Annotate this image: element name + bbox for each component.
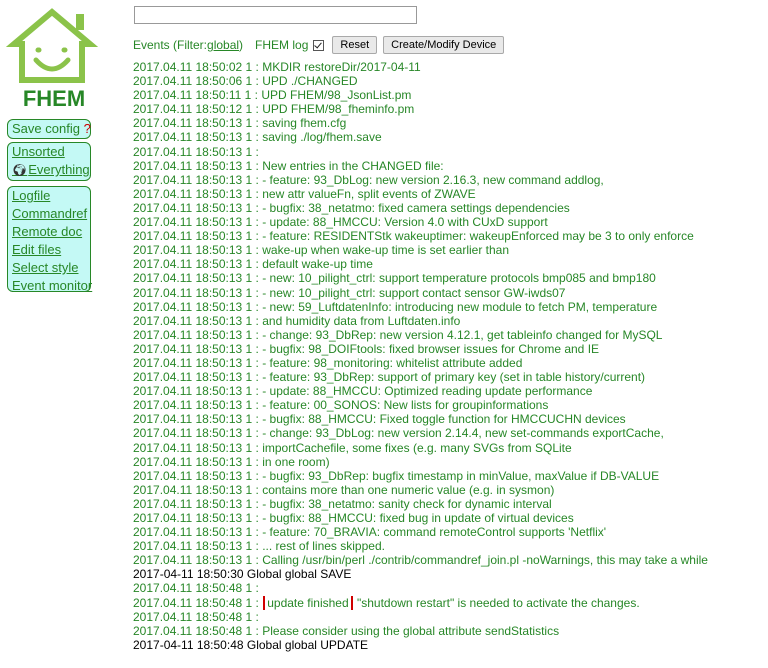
log-line: 2017.04.11 18:50:13 1 : saving ./log/fhe… [133, 130, 382, 145]
link-remote-doc[interactable]: Remote doc [8, 223, 90, 241]
log-line: 2017.04.11 18:50:12 1 : UPD FHEM/98_fhem… [133, 102, 415, 117]
log-line: 2017.04.11 18:50:13 1 : - feature: 00_SO… [133, 398, 549, 413]
link-logfile[interactable]: Logfile [8, 187, 90, 205]
save-config-flag: ? [83, 121, 91, 136]
save-config-box: Save config ? [7, 119, 91, 139]
log-line: 2017.04.11 18:50:02 1 : MKDIR restoreDir… [133, 60, 421, 74]
log-line: 2017.04.11 18:50:13 1 : - new: 10_piligh… [133, 271, 656, 286]
log-line: 2017.04.11 18:50:13 1 : - change: 93_DbR… [133, 327, 663, 342]
events-filter-link[interactable]: global [207, 38, 239, 52]
log-line: 2017.04.11 18:50:48 1 : [133, 609, 259, 624]
log-line: 2017.04.11 18:50:13 1 : importCachefile,… [133, 440, 572, 455]
links-menu: Logfile Commandref Remote doc Edit files… [7, 186, 92, 295]
room-everything[interactable]: 🌍︎Everything [8, 161, 90, 179]
house-smiley-icon [5, 8, 99, 83]
log-line: 2017.04.11 18:50:13 1 : - bugfix: 38_net… [133, 200, 570, 215]
log-line: 2017.04.11 18:50:13 1 : contains more th… [133, 482, 555, 497]
events-suffix: ) [239, 38, 244, 52]
log-line: 2017.04.11 18:50:13 1 : - feature: 93_Db… [133, 370, 646, 385]
room-unsorted[interactable]: Unsorted [8, 143, 90, 161]
log-line: 2017.04.11 18:50:13 1 : - update: 88_HMC… [133, 384, 593, 399]
log-line: 2017-04-11 18:50:30 Global global SAVE [133, 567, 352, 582]
globe-icon: 🌍︎ [12, 163, 28, 177]
log-line: 2017.04.11 18:50:13 1 : - update: 88_HMC… [133, 215, 548, 230]
log-line: 2017.04.11 18:50:48 1 : update finished … [133, 595, 765, 610]
log-line: 2017.04.11 18:50:13 1 : and humidity dat… [133, 313, 461, 328]
log-line: 2017.04.11 18:50:13 1 : wake-up when wak… [133, 243, 510, 258]
log-line: 2017.04.11 18:50:13 1 : saving fhem.cfg [133, 116, 347, 131]
event-log: 2017.04.11 18:50:02 1 : MKDIR restoreDir… [133, 60, 765, 652]
log-line: 2017.04.11 18:50:13 1 : - new: 10_piligh… [133, 285, 566, 300]
log-line: 2017.04.11 18:50:13 1 : - bugfix: 93_DbR… [133, 468, 660, 483]
save-config-button[interactable]: Save config ? [8, 120, 91, 138]
log-line: 2017.04.11 18:50:13 1 : new attr valueFn… [133, 186, 476, 201]
log-line: 2017.04.11 18:50:48 1 : [133, 581, 259, 596]
link-edit-files[interactable]: Edit files [8, 241, 90, 259]
log-line: 2017.04.11 18:50:13 1 : - new: 59_Luftda… [133, 299, 658, 314]
logo-text: FHEM [22, 86, 86, 111]
log-line: 2017.04.11 18:50:13 1 : - bugfix: 98_DOI… [133, 341, 600, 356]
fhem-log-label: FHEM log [255, 38, 309, 52]
reset-button[interactable]: Reset [332, 36, 378, 54]
log-line: 2017.04.11 18:50:13 1 : in one room) [133, 454, 330, 469]
log-line: 2017.04.11 18:50:13 1 : - bugfix: 88_HMC… [133, 412, 626, 427]
link-select-style[interactable]: Select style [8, 259, 90, 277]
log-line-suffix: "shutdown restart" is needed to activate… [353, 595, 640, 610]
link-event-monitor[interactable]: Event monitor [8, 277, 92, 295]
command-input[interactable] [134, 6, 417, 24]
log-line: 2017.04.11 18:50:11 1 : UPD FHEM/98_Json… [133, 88, 412, 103]
log-line: 2017.04.11 18:50:48 1 : Please consider … [133, 623, 560, 638]
room-everything-label: Everything [28, 162, 90, 177]
fhem-logo[interactable]: FHEM [5, 6, 99, 111]
log-line: 2017.04.11 18:50:06 1 : UPD ./CHANGED [133, 74, 358, 89]
events-prefix: Events (Filter: [133, 38, 208, 52]
log-line-prefix: 2017.04.11 18:50:48 1 : [133, 595, 263, 610]
log-line: 2017.04.11 18:50:13 1 : ... rest of line… [133, 539, 385, 554]
log-line: 2017.04.11 18:50:13 1 : - feature: 93_Db… [133, 172, 604, 187]
log-line: 2017-04-11 18:50:48 Global global UPDATE [133, 637, 369, 652]
log-line: 2017.04.11 18:50:13 1 : default wake-up … [133, 257, 373, 272]
fhem-log-checkbox[interactable] [313, 39, 325, 51]
link-commandref[interactable]: Commandref [8, 205, 90, 223]
log-line: 2017.04.11 18:50:13 1 : - bugfix: 38_net… [133, 496, 552, 511]
log-line: 2017.04.11 18:50:13 1 : - bugfix: 88_HMC… [133, 511, 574, 525]
save-config-label: Save config [12, 121, 80, 136]
log-line: 2017.04.11 18:50:13 1 : - feature: 70_BR… [133, 525, 607, 540]
log-line: 2017.04.11 18:50:13 1 : Calling /usr/bin… [133, 553, 708, 568]
log-line: 2017.04.11 18:50:13 1 : New entries in t… [133, 158, 444, 173]
log-line: 2017.04.11 18:50:13 1 : - change: 93_DbL… [133, 426, 664, 441]
create-modify-device-button[interactable]: Create/Modify Device [383, 36, 505, 54]
log-line: 2017.04.11 18:50:13 1 : - feature: 98_mo… [133, 355, 523, 370]
events-header: Events (Filter: global) FHEM log Reset C… [133, 36, 510, 54]
room-list: Unsorted 🌍︎Everything [7, 142, 91, 181]
log-line: 2017.04.11 18:50:13 1 : - feature: RESID… [133, 229, 694, 244]
log-line: 2017.04.11 18:50:13 1 : [133, 144, 259, 159]
update-finished-highlight: update finished [263, 595, 353, 610]
